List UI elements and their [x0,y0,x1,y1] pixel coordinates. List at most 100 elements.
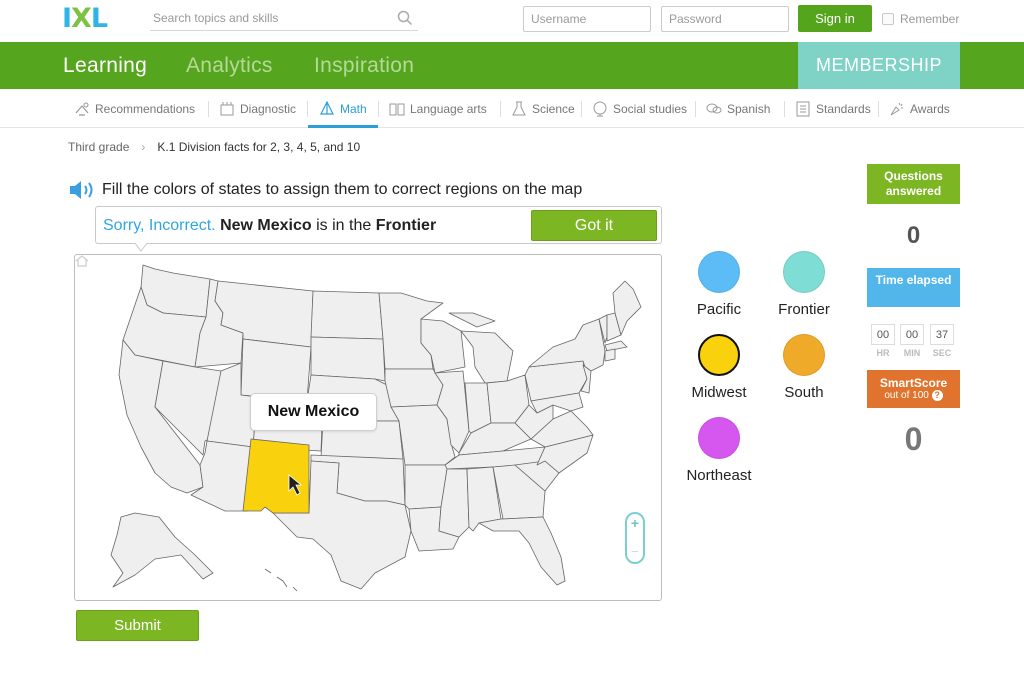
got-it-button[interactable]: Got it [531,210,657,241]
tab-label: Language arts [410,102,487,116]
speaker-icon[interactable] [68,178,98,202]
zoom-in-button[interactable]: + [627,516,643,530]
state-alaska[interactable] [110,512,214,588]
timer-seconds: 37 [930,324,954,345]
search-input[interactable] [150,7,390,29]
timer-sec-label: SEC [932,348,952,358]
breadcrumb-grade[interactable]: Third grade [68,140,129,154]
timer-hours: 00 [871,324,895,345]
tab-language-arts[interactable]: Language arts [389,101,487,117]
subject-nav: Recommendations Diagnostic Math Language… [0,89,1024,128]
ixl-logo[interactable]: I X L [62,3,108,34]
state-north-dakota[interactable] [310,290,384,340]
tab-awards[interactable]: Awards [889,101,950,117]
list-icon [796,101,810,117]
nav-inspiration[interactable]: Inspiration [314,54,414,78]
zoom-control: + − [625,512,645,564]
region-label: South [784,384,824,401]
book-icon [389,103,405,116]
smartscore-box: SmartScore out of 100 ? [867,370,960,408]
recommendations-icon [75,102,89,116]
help-icon[interactable]: ? [931,390,943,401]
tab-label: Social studies [613,102,688,116]
timer-minutes: 00 [900,324,924,345]
feedback-region: Frontier [375,217,437,234]
feedback-box: Sorry, Incorrect. New Mexico is in the F… [95,206,662,244]
state-arkansas[interactable] [404,464,448,510]
active-tab-indicator [308,125,378,128]
state-iowa[interactable] [384,368,444,408]
feedback-middle: is in the [316,217,372,234]
region-northeast[interactable]: Northeast [679,417,759,484]
state-tooltip: New Mexico [250,393,377,431]
region-south[interactable]: South [764,334,844,401]
timer-min-label: MIN [903,348,921,358]
submit-button[interactable]: Submit [76,610,199,641]
sign-in-button[interactable]: Sign in [798,5,872,32]
state-florida[interactable] [478,516,566,586]
password-field[interactable] [661,6,789,32]
tab-label: Science [532,102,575,116]
region-frontier[interactable]: Frontier [764,251,844,318]
logo-letter-x: X [71,3,92,34]
remember-label: Remember [900,12,960,26]
chevron-right-icon: › [141,140,146,154]
membership-button[interactable]: MEMBERSHIP [798,42,960,89]
question-prompt: Fill the colors of states to assign them… [102,181,583,198]
home-icon[interactable] [75,255,89,267]
nav-analytics[interactable]: Analytics [186,54,273,78]
region-label: Pacific [696,301,742,318]
smartscore-value: 0 [904,421,923,457]
search-icon[interactable] [397,10,413,26]
zoom-out-button[interactable]: − [627,544,643,558]
us-map[interactable]: New Mexico + − [74,254,662,601]
feedback-text: Sorry, Incorrect. New Mexico is in the F… [103,217,436,235]
tab-standards[interactable]: Standards [795,101,871,117]
logo-letter-i: I [62,3,72,34]
tab-diagnostic[interactable]: Diagnostic [219,101,296,117]
nav-learning[interactable]: Learning [63,54,147,78]
feedback-state: New Mexico [220,217,312,234]
checkbox-icon[interactable] [882,13,894,25]
tab-spanish[interactable]: Spanish [706,101,770,117]
color-swatch[interactable] [698,251,740,293]
award-icon [890,102,903,116]
tab-label: Awards [910,102,950,116]
color-swatch[interactable] [698,417,740,459]
state-new-mexico[interactable] [242,438,310,514]
tab-label: Standards [816,102,871,116]
tab-label: Recommendations [95,102,196,116]
questions-answered-label: Questions answered [867,164,960,204]
tab-social-studies[interactable]: Social studies [592,101,687,117]
state-connecticut[interactable] [604,348,616,362]
username-field[interactable] [523,6,651,32]
color-swatch[interactable] [783,334,825,376]
region-label: Midwest [691,384,747,401]
breadcrumb: Third grade › K.1 Division facts for 2, … [68,140,360,154]
tab-label: Math [340,102,367,116]
tab-label: Spanish [727,102,771,116]
time-elapsed-label: Time elapsed [867,268,960,307]
tab-math[interactable]: Math [319,101,367,117]
region-label: Northeast [686,467,752,484]
tab-label: Diagnostic [240,102,297,116]
top-header: I X L Sign in Remember [0,0,1024,42]
tab-recommendations[interactable]: Recommendations [74,101,195,117]
diagnostic-icon [220,102,234,116]
remember-checkbox[interactable]: Remember [882,12,959,26]
timer-hr-label: HR [876,348,890,358]
region-pacific[interactable]: Pacific [679,251,759,318]
state-hawaii[interactable] [264,568,298,592]
color-swatch[interactable] [783,251,825,293]
globe-icon [593,101,607,117]
state-wyoming[interactable] [240,338,312,402]
feedback-sorry: Sorry, Incorrect. [103,217,216,234]
tab-science[interactable]: Science [511,101,575,117]
color-swatch-selected[interactable] [698,334,740,376]
state-massachusetts[interactable] [604,340,628,352]
state-south-dakota[interactable] [310,336,386,382]
smartscore-label: SmartScore [879,376,948,390]
region-midwest[interactable]: Midwest [679,334,759,401]
search-bar [150,7,418,31]
region-label: Frontier [778,301,830,318]
